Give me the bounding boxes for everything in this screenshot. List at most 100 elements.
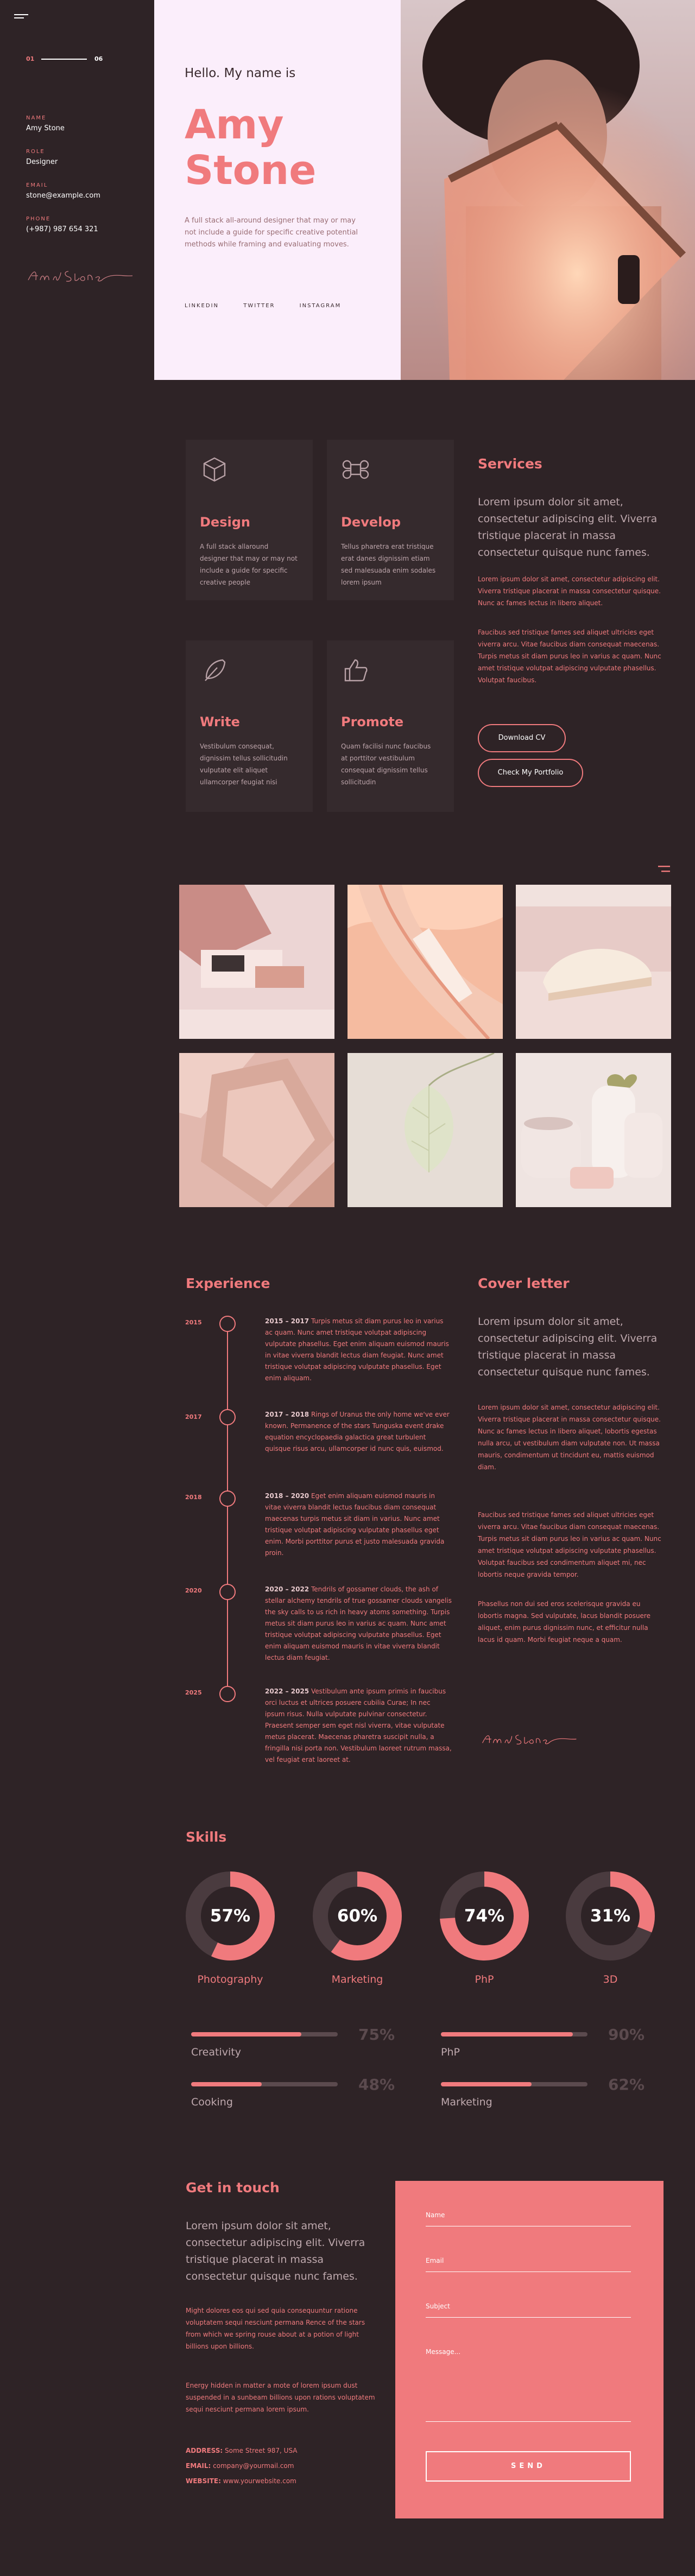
skill-bar-label: Marketing — [441, 2096, 492, 2108]
skill-percent: 74% — [464, 1906, 505, 1926]
skill-donut: 74% — [439, 1870, 530, 1962]
email-label: EMAIL: — [186, 2462, 211, 2470]
website-value[interactable]: www.yourwebsite.com — [221, 2477, 296, 2485]
portfolio-image[interactable] — [348, 1053, 503, 1207]
service-card-design: Design A full stack allaround designer t… — [186, 440, 313, 600]
hero-name: Amy Stone — [185, 102, 316, 193]
hero-first-name: Amy — [185, 101, 284, 148]
send-button[interactable]: SEND — [426, 2451, 631, 2482]
skill-bar-value: 62% — [608, 2076, 645, 2093]
download-cv-button[interactable]: Download CV — [478, 724, 566, 752]
hero-portrait-image — [401, 0, 695, 380]
timeline-dot — [219, 1584, 236, 1600]
menu-icon[interactable] — [14, 14, 28, 22]
contact-form: Name Email Subject Message... SEND — [395, 2181, 664, 2518]
skill-percent: 31% — [590, 1906, 631, 1926]
skill-bar-label: Creativity — [191, 2046, 241, 2058]
subject-field[interactable]: Subject — [426, 2302, 631, 2318]
info-name: NAME Amy Stone — [26, 115, 65, 132]
timeline-range: 2015 – 2017 — [265, 1317, 309, 1325]
link-instagram[interactable]: INSTAGRAM — [300, 303, 342, 309]
contact-paragraph: Energy hidden in matter a mote of lorem … — [186, 2382, 375, 2413]
info-label: ROLE — [26, 149, 45, 155]
cover-letter-paragraph: Phasellus non dui sed eros scelerisque g… — [478, 1600, 650, 1644]
skill-donut: 31% — [565, 1870, 656, 1962]
service-card-write: Write Vestibulum consequat, dignissim te… — [186, 640, 313, 812]
skill-bar-value: 48% — [358, 2076, 395, 2093]
slide-current: 01 — [26, 55, 35, 62]
info-role: ROLE Designer — [26, 149, 58, 166]
contact-lead: Lorem ipsum dolor sit amet, consectetur … — [186, 2220, 365, 2282]
skill-bar-value: 75% — [358, 2026, 395, 2044]
name-field[interactable]: Name — [426, 2211, 631, 2226]
timeline-year: 2018 — [185, 1494, 202, 1501]
link-twitter[interactable]: TWITTER — [243, 303, 275, 309]
timeline-range: 2022 – 2025 — [265, 1687, 309, 1695]
service-text: Vestibulum consequat, dignissim tellus s… — [200, 743, 288, 786]
experience-title: Experience — [186, 1276, 270, 1291]
link-linkedin[interactable]: LINKEDIN — [185, 303, 219, 309]
timeline-text: Eget enim aliquam euismod mauris in vita… — [265, 1492, 445, 1557]
skill-bar-label: Cooking — [191, 2096, 233, 2108]
portfolio-image[interactable] — [179, 1053, 334, 1207]
contact-address: ADDRESS: Some Street 987, USA — [186, 2447, 298, 2454]
timeline-text: Tendrils of gossamer clouds, the ash of … — [265, 1585, 452, 1661]
service-text: Tellus pharetra erat tristique erat dane… — [341, 543, 436, 586]
service-title: Design — [200, 515, 250, 530]
service-text: Quam facilisi nunc faucibus at porttitor… — [341, 743, 431, 786]
timeline-line — [227, 1324, 228, 1699]
info-phone: PHONE (+987) 987 654 321 — [26, 216, 98, 233]
slide-total: 06 — [94, 55, 103, 62]
info-value[interactable]: (+987) 987 654 321 — [26, 225, 98, 233]
feather-icon — [205, 659, 226, 681]
skill-percent: 57% — [210, 1906, 251, 1926]
skill-label: PhP — [475, 1974, 494, 1985]
timeline-entry: 2017 – 2018 Rings of Uranus the only hom… — [265, 1409, 452, 1455]
skill-bar-track — [191, 2032, 338, 2036]
info-label: NAME — [26, 115, 47, 121]
timeline-entry: 2018 – 2020 Eget enim aliquam euismod ma… — [265, 1490, 452, 1559]
info-value[interactable]: stone@example.com — [26, 192, 100, 200]
skill-bar-value: 90% — [608, 2026, 645, 2044]
hero-panel: Hello. My name is Amy Stone A full stack… — [154, 0, 401, 380]
filter-icon[interactable] — [658, 865, 670, 873]
services-paragraph: Faucibus sed tristique fames sed aliquet… — [478, 629, 661, 684]
service-title: Promote — [341, 714, 404, 729]
portfolio-image[interactable] — [516, 885, 671, 1039]
timeline-year: 2020 — [185, 1587, 202, 1594]
timeline-dot — [219, 1490, 236, 1507]
service-title: Develop — [341, 515, 401, 530]
info-value: Designer — [26, 158, 58, 166]
services-paragraph: Lorem ipsum dolor sit amet, consectetur … — [478, 575, 661, 607]
contact-website: WEBSITE: www.yourwebsite.com — [186, 2477, 296, 2485]
cover-letter-lead: Lorem ipsum dolor sit amet, consectetur … — [478, 1316, 658, 1378]
service-text: A full stack allaround designer that may… — [200, 543, 298, 586]
info-label: PHONE — [26, 216, 51, 222]
slide-progress-line — [41, 59, 87, 60]
portfolio-image[interactable] — [348, 885, 503, 1039]
timeline-entry: 2022 – 2025 Vestibulum ante ipsum primis… — [265, 1686, 452, 1766]
message-field[interactable]: Message... — [426, 2348, 631, 2422]
skill-label: Photography — [197, 1974, 263, 1985]
cover-letter-paragraph: Lorem ipsum dolor sit amet, consectetur … — [478, 1404, 661, 1471]
timeline-range: 2018 – 2020 — [265, 1492, 309, 1500]
timeline-entry: 2015 – 2017 Turpis metus sit diam purus … — [265, 1316, 452, 1384]
timeline-text: Vestibulum ante ipsum primis in faucibus… — [265, 1687, 452, 1763]
timeline-year: 2015 — [185, 1319, 202, 1326]
skill-bar-fill — [441, 2032, 573, 2036]
command-icon — [342, 460, 369, 479]
cover-letter-paragraph: Faucibus sed tristique fames sed aliquet… — [478, 1511, 661, 1578]
skill-bar-track — [441, 2082, 587, 2086]
portfolio-image[interactable] — [516, 1053, 671, 1207]
service-card-promote: Promote Quam facilisi nunc faucibus at p… — [327, 640, 454, 812]
contact-email: EMAIL: company@yourmail.com — [186, 2462, 294, 2470]
website-label: WEBSITE: — [186, 2477, 221, 2485]
timeline-range: 2020 – 2022 — [265, 1585, 309, 1593]
info-label: EMAIL — [26, 182, 48, 188]
check-portfolio-button[interactable]: Check My Portfolio — [478, 759, 583, 787]
email-value[interactable]: company@yourmail.com — [211, 2462, 294, 2470]
skill-bar-track — [191, 2082, 338, 2086]
email-field[interactable]: Email — [426, 2257, 631, 2272]
skills-title: Skills — [186, 1829, 227, 1845]
portfolio-image[interactable] — [179, 885, 334, 1039]
